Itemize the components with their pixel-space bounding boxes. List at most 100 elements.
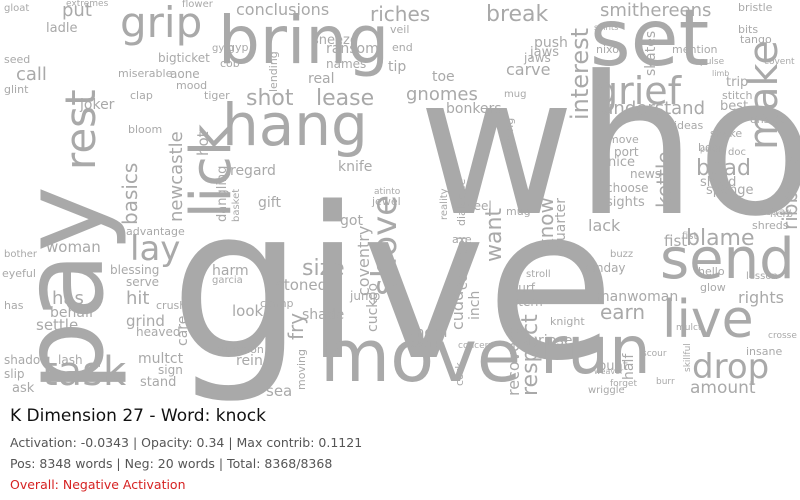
cloud-word: pulse [700,57,725,67]
cloud-word: clap [130,89,153,102]
cloud-word: mug [504,89,527,100]
cloud-word: reality [439,188,450,220]
cloud-word: stoned [276,276,328,294]
cloud-word: nixon [596,43,626,56]
cloud-word: amount [690,378,756,398]
cloud-word: basics [118,162,142,225]
cloud-word: cork [453,362,466,386]
cloud-word: shade [302,307,345,323]
cloud-word: stroll [526,269,551,280]
cloud-word: dangling [215,165,230,222]
cloud-word: quarter [553,198,569,250]
cloud-word: bother [4,249,37,260]
cloud-word: woman [46,238,101,256]
cloud-word: heel [466,199,492,213]
cloud-word: task [42,349,127,395]
cloud-word: meaning [503,117,516,166]
cloud-word: skillful [683,343,693,372]
cloud-word: end [392,41,413,54]
cloud-word: ladle [46,21,78,36]
cloud-word: shreds [752,219,789,232]
cloud-word: jewel [372,195,401,208]
cloud-word: mention [672,43,718,56]
cloud-word: forget [610,379,637,389]
cloud-word: regard [230,163,276,179]
cloud-word: cuckoo [365,282,381,332]
cloud-word: recovery [504,325,523,396]
cloud-word: trip [726,75,749,90]
cloud-word: nice [608,155,635,170]
page-title: K Dimension 27 - Word: knock [10,406,266,426]
cloud-word: half [621,353,637,380]
cloud-word: glow [700,281,726,294]
cloud-word: mug [506,205,531,218]
cloud-word: names [326,57,367,71]
cloud-word: shred [700,175,737,190]
cloud-word: clamp [260,297,294,310]
activation-stats: Activation: -0.0343 | Opacity: 0.34 | Ma… [10,435,363,450]
cloud-word: axe [452,233,472,246]
cloud-word: surf [512,281,536,295]
cloud-word: knife [338,159,373,175]
cloud-word: doc [728,147,746,158]
cloud-word: lash [58,353,83,367]
cloud-word: conclusions [236,0,330,19]
word-count-stats: Pos: 8348 words | Neg: 20 words | Total:… [10,456,333,471]
cloud-word: serve [126,275,160,289]
cloud-word: tip [388,59,407,75]
cloud-word: rights [738,288,784,307]
cloud-word: choose [606,181,649,195]
cloud-word: hello [698,265,725,278]
cloud-word: mood [176,79,208,92]
cloud-word: bristle [738,1,773,14]
cloud-word: heaved [136,325,181,339]
cloud-word: respect [518,314,543,396]
cloud-word: advantage [126,225,185,238]
cloud-word: insane [746,345,783,358]
cloud-word: stern [512,295,543,309]
cloud-word: lack [588,216,621,235]
cloud-word: crush [156,299,187,312]
cloud-word: sunday [582,261,626,275]
cloud-word: cob [220,57,240,70]
cloud-word: limb [712,69,730,78]
cloud-word: rein [236,353,263,369]
cloud-word: gloat [4,3,30,14]
cloud-word: bigticket [158,51,210,65]
cloud-word: ask [12,381,35,396]
cloud-word: buzz [610,249,634,260]
cloud-word: gym [212,43,235,54]
cloud-word: fist [682,231,698,242]
cloud-word: joker [80,97,115,113]
cloud-word: concern [458,341,494,351]
cloud-word: stitch [722,89,753,102]
cloud-word: sea [266,382,293,400]
cloud-word: skates [643,30,659,76]
cloud-word: bits [738,23,759,36]
cloud-word: hit [126,288,150,309]
cloud-word: care [175,315,191,346]
cloud-word: fry [284,312,308,340]
cloud-word: rinse [538,333,573,349]
cloud-word: interest [566,27,594,120]
cloud-word: understand [602,98,706,119]
cloud-word: bonkers [446,101,502,117]
cloud-word: lending [267,51,280,92]
cloud-word: covent [764,57,795,67]
cloud-word: basket [231,188,242,222]
cloud-word: peach [700,145,725,154]
cloud-word: shake [710,127,743,140]
cloud-word: break [486,2,549,27]
cloud-word: extremes [66,0,109,9]
cloud-word: tiger [204,89,230,102]
cloud-word: sights [606,195,645,210]
cloud-word: bloom [128,123,163,136]
cloud-word: shove [365,194,405,296]
cloud-word: call [16,64,47,85]
cloud-word: lesson [746,271,778,282]
cloud-word: move [608,133,639,146]
cloud-word: veil [390,23,410,36]
cloud-word: newcastle [166,131,187,222]
cloud-word: onside [750,113,787,126]
cloud-word: astray [760,207,792,218]
